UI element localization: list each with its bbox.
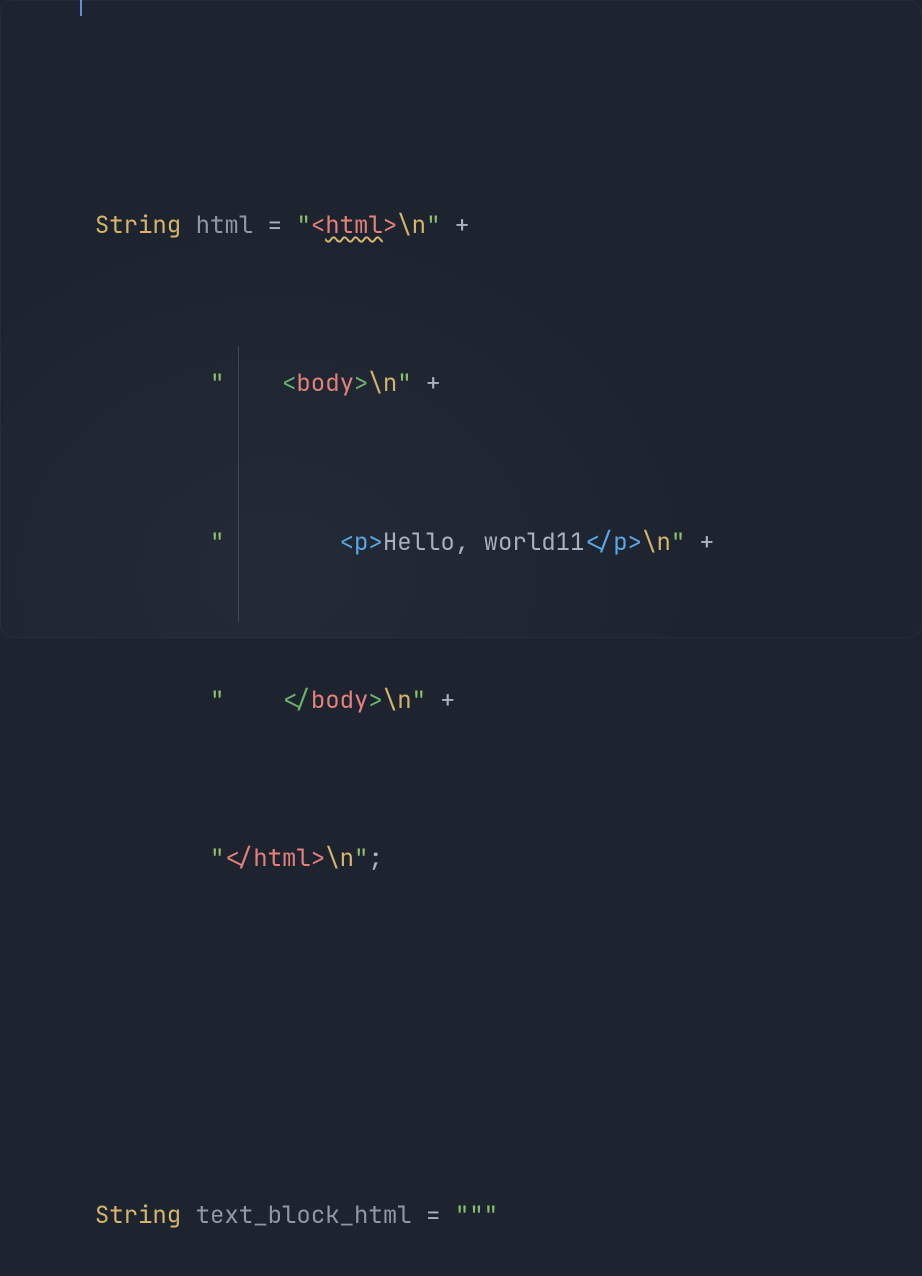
semicolon: ; (368, 843, 382, 874)
escape-seq: \n (368, 368, 397, 399)
operator: + (412, 368, 441, 399)
keyword-type: String (95, 1200, 181, 1231)
tag-html: html (325, 210, 383, 241)
tag-p: p (354, 527, 368, 558)
operator: = (253, 210, 296, 241)
code-line: "</html>\n"; (66, 839, 922, 879)
angle-bracket: > (311, 843, 325, 874)
string-quote: " (426, 210, 440, 241)
identifier: text_block_html (196, 1200, 412, 1231)
angle-bracket: </ (224, 843, 253, 874)
code-line: " <p>Hello, world11</p>\n" + (66, 523, 922, 563)
escape-seq: \n (397, 210, 426, 241)
angle-bracket: > (628, 527, 642, 558)
angle-bracket: > (354, 368, 368, 399)
angle-bracket: < (340, 527, 354, 558)
operator: + (426, 685, 455, 716)
string-quote: " (210, 685, 282, 716)
gutter (0, 8, 42, 638)
keyword-type: String (95, 210, 181, 241)
string-text: Hello, world11 (383, 527, 585, 558)
code-editor[interactable]: String html = "<html>\n" + " <body>\n" +… (0, 0, 922, 638)
fold-column (42, 8, 62, 638)
code-line: String text_block_html = """ (66, 1196, 922, 1236)
escape-seq: \n (325, 843, 354, 874)
angle-bracket: > (368, 527, 382, 558)
code-area[interactable]: String html = "<html>\n" + " <body>\n" +… (62, 8, 922, 638)
code-line: " <body>\n" + (66, 364, 922, 404)
escape-seq: \n (383, 685, 412, 716)
tag-html: html (253, 843, 311, 874)
tag-p: p (613, 527, 627, 558)
tag-body: body (311, 685, 369, 716)
string-quote: " (210, 368, 282, 399)
angle-bracket: </ (584, 527, 613, 558)
code-line: String html = "<html>\n" + (66, 206, 922, 246)
angle-bracket: < (282, 368, 296, 399)
tag-body: body (296, 368, 354, 399)
identifier: html (196, 210, 254, 241)
code-line: " </body>\n" + (66, 681, 922, 721)
string-quote: " (296, 210, 310, 241)
angle-bracket: > (383, 210, 397, 241)
code-line-blank (66, 998, 922, 1038)
string-quote: " (210, 527, 340, 558)
string-quote: " (671, 527, 685, 558)
angle-bracket: > (368, 685, 382, 716)
angle-bracket: < (311, 210, 325, 241)
operator: + (440, 210, 469, 241)
string-quote: " (397, 368, 411, 399)
triple-quote: """ (455, 1200, 498, 1231)
string-quote: " (210, 843, 224, 874)
operator: + (685, 527, 714, 558)
string-quote: " (412, 685, 426, 716)
string-quote: " (354, 843, 368, 874)
operator: = (412, 1200, 455, 1231)
indent-guide (238, 346, 239, 622)
angle-bracket: </ (282, 685, 311, 716)
escape-seq: \n (642, 527, 671, 558)
